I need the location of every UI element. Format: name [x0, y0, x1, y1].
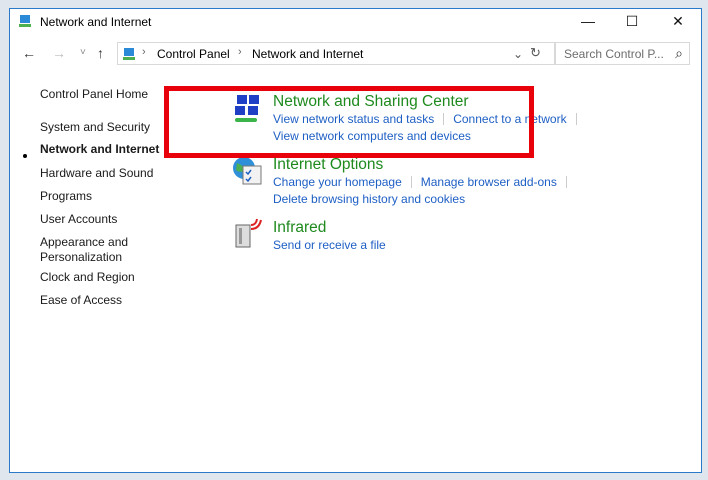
forward-button[interactable]: →: [52, 45, 66, 61]
sidebar-item-user-accounts[interactable]: User Accounts: [40, 212, 117, 227]
search-input[interactable]: Search Control P... ⌕: [555, 42, 690, 65]
refresh-button[interactable]: ↻: [530, 45, 541, 61]
breadcrumb-network-internet[interactable]: Network and Internet: [252, 47, 363, 61]
chevron-right-icon: ›: [142, 46, 146, 58]
category-title[interactable]: Internet Options: [273, 156, 576, 174]
highlight-box: [164, 86, 534, 158]
sidebar-item-control-panel-home[interactable]: Control Panel Home: [40, 87, 148, 102]
search-icon[interactable]: ⌕: [675, 45, 683, 62]
current-item-bullet: [23, 154, 27, 158]
infrared-icon: [235, 218, 262, 248]
minimize-button[interactable]: —: [565, 9, 611, 35]
breadcrumb-control-panel[interactable]: Control Panel: [157, 47, 230, 61]
address-dropdown-button[interactable]: ⌄: [513, 47, 523, 61]
back-button[interactable]: ←: [22, 45, 36, 61]
link-manage-addons[interactable]: Manage browser add-ons: [421, 175, 557, 189]
chevron-right-icon: ›: [238, 46, 242, 58]
network-folder-icon: [123, 48, 135, 60]
window-title: Network and Internet: [40, 15, 152, 29]
recent-locations-button[interactable]: ˅: [80, 47, 86, 58]
address-bar[interactable]: › Control Panel › Network and Internet ⌄…: [117, 42, 555, 65]
link-send-receive-file[interactable]: Send or receive a file: [273, 238, 386, 252]
search-placeholder: Search Control P...: [564, 47, 664, 61]
network-folder-icon: [19, 15, 31, 27]
internet-options-icon: [233, 157, 262, 185]
title-bar: Network and Internet — ☐ ✕: [10, 9, 701, 35]
category-infrared: Infrared Send or receive a file: [273, 219, 386, 254]
navigation-bar: ← → ˅ ↑ › Control Panel › Network and In…: [10, 41, 701, 67]
sidebar-item-network-internet[interactable]: Network and Internet: [40, 142, 159, 157]
sidebar-item-system-security[interactable]: System and Security: [40, 120, 150, 135]
up-button[interactable]: ↑: [97, 45, 104, 61]
maximize-button[interactable]: ☐: [609, 9, 655, 35]
category-internet-options: Internet Options Change your homepage Man…: [273, 156, 576, 208]
category-title[interactable]: Infrared: [273, 219, 386, 237]
close-button[interactable]: ✕: [655, 9, 701, 35]
sidebar-item-clock-region[interactable]: Clock and Region: [40, 270, 135, 285]
sidebar-item-appearance[interactable]: Appearance and Personalization: [40, 235, 140, 265]
link-delete-history[interactable]: Delete browsing history and cookies: [273, 192, 465, 206]
sidebar-item-ease-of-access[interactable]: Ease of Access: [40, 293, 122, 308]
link-change-homepage[interactable]: Change your homepage: [273, 175, 402, 189]
sidebar-item-programs[interactable]: Programs: [40, 189, 92, 204]
control-panel-window: Network and Internet — ☐ ✕ ← → ˅ ↑ › Con…: [9, 8, 702, 473]
sidebar-item-hardware-sound[interactable]: Hardware and Sound: [40, 166, 153, 181]
